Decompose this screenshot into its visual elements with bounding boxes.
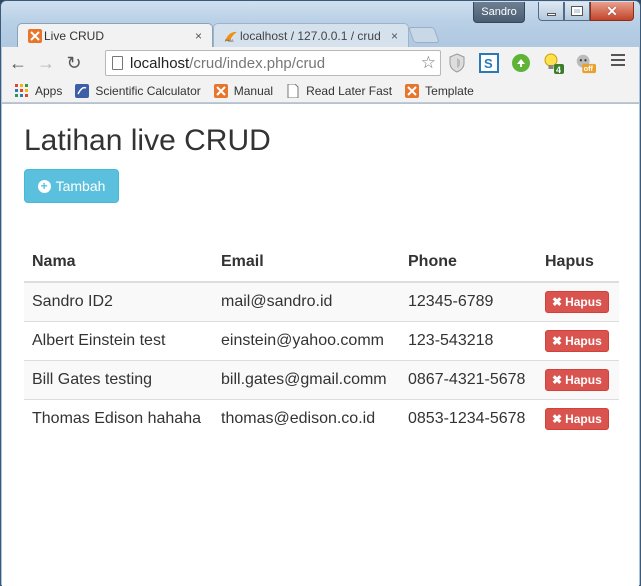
table-row: Bill Gates testing bill.gates@gmail.comm… [24, 359, 619, 399]
svg-text:PMA: PMA [225, 38, 234, 43]
bookmark-star-icon[interactable]: ☆ [421, 53, 436, 73]
cell-email[interactable]: einstein@yahoo.comm [213, 320, 400, 360]
cat-extension-icon[interactable]: off [574, 52, 596, 74]
reload-icon: ↻ [66, 52, 82, 73]
page-title: Latihan live CRUD [24, 124, 271, 157]
back-button[interactable]: ← [6, 51, 30, 75]
bookmark-apps[interactable]: Apps [15, 83, 62, 98]
delete-button[interactable]: ✖ Hapus [545, 407, 609, 430]
column-header-email: Email [213, 242, 400, 283]
cell-hapus: ✖ Hapus [537, 281, 619, 321]
close-window-button[interactable]: ✕ [590, 2, 634, 21]
bookmark-scientific-calculator[interactable]: Scientific Calculator [75, 83, 201, 98]
forward-arrow-icon: → [37, 52, 55, 73]
tab-title: Live CRUD [44, 28, 105, 43]
column-header-hapus: Hapus [537, 242, 619, 283]
cell-email[interactable]: bill.gates@gmail.comm [213, 359, 400, 399]
cell-phone[interactable]: 123-543218 [400, 320, 537, 360]
cell-hapus: ✖ Hapus [537, 320, 619, 360]
xampp-icon [213, 83, 228, 98]
cell-phone[interactable]: 0853-1234-5678 [400, 398, 537, 438]
tab-live-crud[interactable]: Live CRUD × [17, 23, 213, 47]
window-controls: ✕ [538, 2, 634, 21]
phpmyadmin-icon: PMA [225, 31, 237, 43]
cell-email[interactable]: mail@sandro.id [213, 281, 400, 321]
forward-button[interactable]: → [34, 51, 58, 75]
xampp-icon [405, 83, 420, 98]
cell-nama[interactable]: Thomas Edison hahaha [24, 398, 213, 438]
svg-text:off: off [584, 64, 594, 73]
xampp-icon [28, 29, 42, 43]
cell-phone[interactable]: 12345-6789 [400, 281, 537, 321]
svg-text:S: S [484, 56, 493, 71]
remove-icon: ✖ [552, 372, 563, 387]
page-viewport: Latihan live CRUD + Tambah Nama Email Ph… [2, 104, 639, 586]
cell-nama[interactable]: Albert Einstein test [24, 320, 213, 360]
page-icon [287, 83, 299, 98]
cell-hapus: ✖ Hapus [537, 398, 619, 438]
tab-strip: Live CRUD × PMA localhost / 127.0.0.1 / … [1, 21, 641, 47]
maximize-button[interactable] [564, 2, 590, 21]
cell-nama[interactable]: Bill Gates testing [24, 359, 213, 399]
bookmark-read-later-fast[interactable]: Read Later Fast [286, 83, 392, 98]
tab-title: localhost / 127.0.0.1 / crud [240, 28, 381, 43]
delete-button[interactable]: ✖ Hapus [545, 368, 609, 391]
table-header-row: Nama Email Phone Hapus [24, 242, 619, 283]
lightbulb-extension-icon[interactable]: 4 [542, 52, 564, 74]
address-bar[interactable]: localhost/crud/index.php/crud ☆ [105, 50, 441, 76]
profile-button[interactable]: Sandro [473, 2, 525, 23]
url-text: localhost/crud/index.php/crud [130, 54, 326, 72]
minimize-button[interactable] [538, 2, 564, 21]
remove-icon: ✖ [552, 294, 563, 309]
apps-grid-icon [15, 83, 28, 97]
cell-nama[interactable]: Sandro ID2 [24, 281, 213, 321]
table-row: Sandro ID2 mail@sandro.id 12345-6789 ✖ Ha… [24, 281, 619, 321]
tab-close-icon[interactable]: × [391, 29, 398, 43]
bookmark-template[interactable]: Template [405, 83, 474, 98]
add-button-label: Tambah [55, 178, 106, 194]
shield-extension-icon[interactable] [446, 52, 468, 74]
browser-toolbar: ← → ↻ localhost/crud/index.php/crud ☆ S … [2, 47, 639, 79]
evernote-extension-icon[interactable] [510, 52, 532, 74]
profile-name: Sandro [481, 6, 517, 18]
remove-icon: ✖ [552, 333, 563, 348]
table-row: Thomas Edison hahaha thomas@edison.co.id… [24, 398, 619, 438]
table-row: Albert Einstein test einstein@yahoo.comm… [24, 320, 619, 360]
tab-close-icon[interactable]: × [195, 29, 202, 43]
page-icon [112, 56, 123, 70]
new-tab-button[interactable] [408, 27, 440, 43]
tab-phpmyadmin[interactable]: PMA localhost / 127.0.0.1 / crud × [213, 23, 409, 47]
browser-window: Sandro ✕ Live CRUD × PMA localhost / 127… [0, 0, 641, 586]
close-icon: ✕ [606, 3, 618, 19]
cell-hapus: ✖ Hapus [537, 359, 619, 399]
column-header-phone: Phone [400, 242, 537, 283]
delete-button[interactable]: ✖ Hapus [545, 329, 609, 352]
column-header-nama: Nama [24, 242, 213, 283]
minimize-icon [546, 12, 556, 16]
svg-text:4: 4 [556, 65, 561, 74]
back-arrow-icon: ← [9, 52, 27, 73]
bookmarks-bar: Apps Scientific Calculator Manual Read L… [2, 79, 639, 103]
remove-icon: ✖ [552, 411, 563, 426]
maximize-icon [571, 6, 583, 16]
cell-email[interactable]: thomas@edison.co.id [213, 398, 400, 438]
cell-phone[interactable]: 0867-4321-5678 [400, 359, 537, 399]
calculator-icon [75, 83, 90, 98]
s-extension-icon[interactable]: S [478, 52, 500, 74]
reload-button[interactable]: ↻ [62, 51, 86, 75]
chrome-menu-icon[interactable] [611, 54, 625, 69]
delete-button[interactable]: ✖ Hapus [545, 290, 609, 313]
bookmark-manual[interactable]: Manual [213, 83, 273, 98]
plus-circle-icon: + [37, 179, 51, 193]
add-button[interactable]: + Tambah [24, 169, 119, 203]
crud-table: Nama Email Phone Hapus Sandro ID2 mail@s… [24, 242, 619, 438]
